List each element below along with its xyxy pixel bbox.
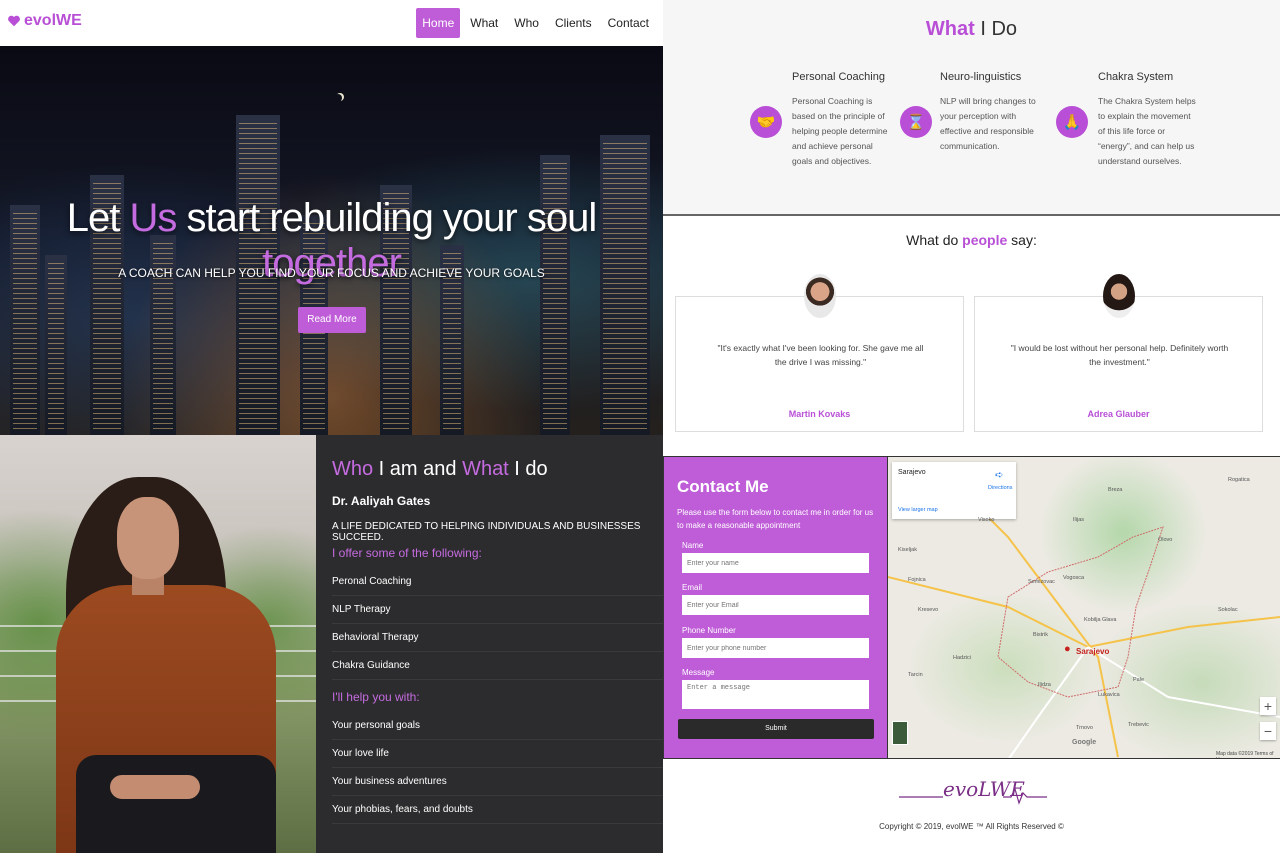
map-label: Sokolac bbox=[1218, 607, 1238, 613]
praying-hands-icon: 🙏 bbox=[1056, 106, 1088, 138]
map-label: Olovo bbox=[1158, 537, 1173, 543]
directions-icon[interactable]: ➪ bbox=[995, 470, 1003, 481]
map-label: Breza bbox=[1108, 487, 1123, 493]
contact-title: Contact Me bbox=[677, 477, 769, 496]
copyright: Copyright © 2019, evolWE ™ All Rights Re… bbox=[879, 822, 1064, 831]
testimonials-title: What do people say: bbox=[906, 232, 1037, 248]
map-label: Ilijas bbox=[1073, 517, 1085, 523]
map-label: Trebevic bbox=[1128, 722, 1149, 728]
map-label: Lukavica bbox=[1098, 692, 1120, 698]
avatar bbox=[804, 274, 836, 318]
name-field[interactable] bbox=[682, 553, 869, 573]
handshake-icon: 🤝 bbox=[750, 106, 782, 138]
hero-subtitle: A COACH CAN HELP YOU FIND YOUR FOCUS AND… bbox=[118, 266, 545, 280]
avatar bbox=[1103, 274, 1135, 318]
help-item: Your personal goals bbox=[332, 712, 663, 740]
nav-home[interactable]: Home bbox=[416, 8, 461, 38]
service-title: Chakra System bbox=[1098, 71, 1174, 83]
nav-clients[interactable]: Clients bbox=[549, 8, 598, 38]
map-label: Vogosca bbox=[1063, 575, 1085, 581]
directions-link[interactable]: Directions bbox=[988, 485, 1012, 491]
service-desc: NLP will bring changes to your perceptio… bbox=[940, 96, 1036, 151]
nav-contact[interactable]: Contact bbox=[602, 8, 655, 38]
name-label: Name bbox=[682, 541, 704, 550]
testimonial-quote: "I would be lost without her personal he… bbox=[1010, 343, 1229, 367]
site-logo[interactable]: evolWE bbox=[7, 12, 82, 30]
nav-who[interactable]: Who bbox=[508, 8, 545, 38]
about-section: Who I am and What I do Dr. Aaliyah Gates… bbox=[316, 435, 663, 853]
help-heading: I'll help you with: bbox=[332, 690, 420, 704]
logo-text: evolWE bbox=[24, 12, 82, 29]
message-field[interactable] bbox=[682, 680, 869, 709]
map-label: Kobilja Glava bbox=[1084, 617, 1117, 623]
map-label: Trnovo bbox=[1076, 725, 1093, 731]
map-label: Fojnica bbox=[908, 577, 926, 583]
about-title: Who I am and What I do bbox=[332, 458, 548, 480]
nav-what[interactable]: What bbox=[464, 8, 504, 38]
map-pin-label: Sarajevo bbox=[1076, 647, 1110, 656]
offer-item: Peronal Coaching bbox=[332, 568, 663, 596]
map-label: Rogatica bbox=[1228, 477, 1250, 483]
zoom-in-button[interactable]: + bbox=[1260, 697, 1276, 715]
testimonials-section: What do people say: "It's exactly what I… bbox=[663, 214, 1280, 456]
coach-photo bbox=[0, 435, 316, 853]
map-place-name: Sarajevo bbox=[898, 469, 926, 476]
coach-name: Dr. Aaliyah Gates bbox=[332, 494, 431, 508]
what-i-do-section: What I Do Personal Coaching 🤝 Personal C… bbox=[663, 0, 1280, 214]
map-label: Kiseljak bbox=[898, 547, 917, 553]
map-label: Tarcin bbox=[908, 672, 923, 678]
view-larger-map-link[interactable]: View larger map bbox=[898, 507, 938, 513]
map-label: Visoko bbox=[978, 517, 995, 523]
offer-item: Behavioral Therapy bbox=[332, 624, 663, 652]
message-label: Message bbox=[682, 668, 715, 677]
phone-field[interactable] bbox=[682, 638, 869, 658]
google-logo: Google bbox=[1072, 739, 1097, 746]
map-label: Bistrik bbox=[1033, 632, 1048, 638]
map-pin-icon[interactable]: ● bbox=[1064, 643, 1071, 655]
navbar: evolWE Home What Who Clients Contact bbox=[0, 0, 663, 46]
phone-label: Phone Number bbox=[682, 626, 736, 635]
map-label: Semizovac bbox=[1028, 579, 1055, 585]
service-title: Neuro-linguistics bbox=[940, 71, 1022, 83]
contact-form: Contact Me Please use the form below to … bbox=[663, 456, 888, 759]
email-label: Email bbox=[682, 583, 703, 592]
footer: evoLWE Copyright © 2019, evolWE ™ All Ri… bbox=[663, 759, 1280, 853]
heart-icon bbox=[8, 15, 20, 27]
service-desc: Personal Coaching is based on the princi… bbox=[792, 96, 888, 166]
map-label: Kresevo bbox=[918, 607, 939, 613]
help-item: Your love life bbox=[332, 740, 663, 768]
coach-tagline: A LIFE DEDICATED TO HELPING INDIVIDUALS … bbox=[332, 521, 641, 543]
section-title: What I Do bbox=[925, 18, 1018, 40]
testimonial-quote: "It's exactly what I've been looking for… bbox=[717, 343, 924, 367]
map-attribution[interactable]: Map data ©2019 Terms of Use bbox=[1216, 751, 1280, 758]
help-item: Your business adventures bbox=[332, 768, 663, 796]
read-more-button[interactable]: Read More bbox=[298, 307, 366, 333]
help-item: Your phobias, fears, and doubts bbox=[332, 796, 663, 824]
footer-logo: evoLWE bbox=[943, 777, 1025, 801]
offer-item: Chakra Guidance bbox=[332, 652, 663, 680]
offer-heading: I offer some of the following: bbox=[332, 546, 482, 560]
nav-links: Home What Who Clients Contact bbox=[416, 8, 655, 38]
map-label: Pale bbox=[1133, 677, 1145, 683]
testimonial-author: Adrea Glauber bbox=[1087, 409, 1150, 419]
map-label: Ilidza bbox=[1038, 682, 1051, 688]
service-desc: The Chakra System helps to explain the m… bbox=[1098, 96, 1196, 166]
offer-item: NLP Therapy bbox=[332, 596, 663, 624]
hero-section: Let Us start rebuilding your soul togeth… bbox=[0, 46, 663, 435]
satellite-toggle[interactable] bbox=[892, 721, 908, 745]
testimonial-author: Martin Kovaks bbox=[788, 409, 851, 419]
moon-icon bbox=[334, 94, 342, 102]
contact-description: Please use the form below to contact me … bbox=[677, 508, 874, 530]
email-field[interactable] bbox=[682, 595, 869, 615]
map-label: Hadzici bbox=[953, 655, 972, 661]
service-title: Personal Coaching bbox=[792, 71, 885, 83]
hourglass-icon: ⌛ bbox=[900, 106, 932, 138]
map-embed[interactable]: Sarajevo ➪ Directions View larger map Ki… bbox=[888, 456, 1280, 759]
map-info-card: Sarajevo ➪ Directions View larger map bbox=[892, 462, 1016, 519]
zoom-out-button[interactable]: − bbox=[1260, 722, 1276, 740]
submit-button[interactable]: Submit bbox=[678, 719, 874, 739]
